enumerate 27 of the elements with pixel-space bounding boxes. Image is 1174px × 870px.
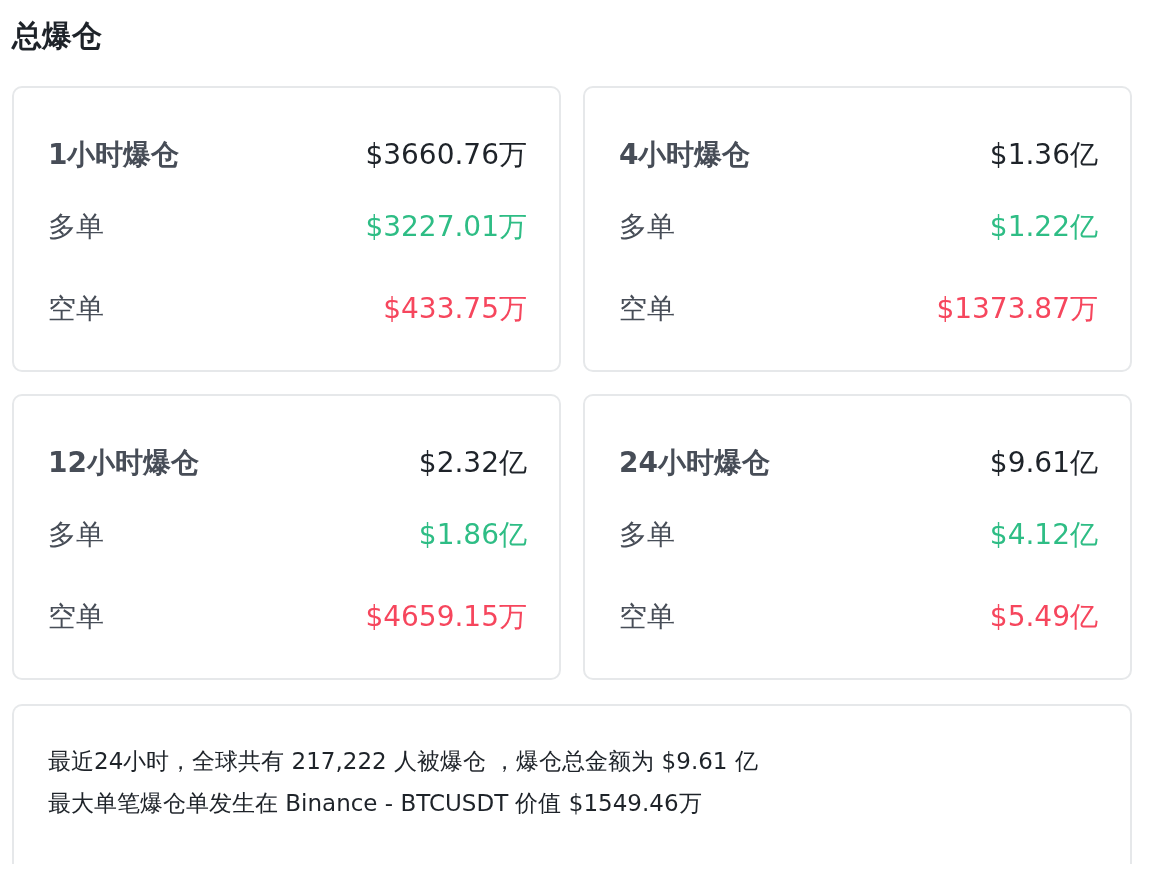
row-value: $4.12亿 <box>989 517 1098 553</box>
row-label: 多单 <box>48 517 104 553</box>
row-value: $433.75万 <box>383 291 527 327</box>
row-value: $2.32亿 <box>418 445 527 481</box>
row-label: 空单 <box>48 599 104 635</box>
row-label: 1小时爆仓 <box>48 137 180 173</box>
row-value: $4659.15万 <box>365 599 527 635</box>
row-label: 多单 <box>619 209 675 245</box>
row-label: 空单 <box>619 599 675 635</box>
row-value: $1.36亿 <box>989 137 1098 173</box>
row-label: 多单 <box>48 209 104 245</box>
row-value: $9.61亿 <box>989 445 1098 481</box>
page-title: 总爆仓 <box>12 18 103 54</box>
row-value: $1373.87万 <box>936 291 1098 327</box>
summary-text: 最近24小时，全球共有 217,222 人被爆仓 ，爆仓总金额为 $9.61 亿 <box>48 747 759 776</box>
row-value: $3660.76万 <box>365 137 527 173</box>
row-value: $3227.01万 <box>365 209 527 245</box>
row-value: $1.22亿 <box>989 209 1098 245</box>
row-value: $1.86亿 <box>418 517 527 553</box>
row-value: $5.49亿 <box>989 599 1098 635</box>
row-label: 12小时爆仓 <box>48 445 199 481</box>
row-label: 空单 <box>48 291 104 327</box>
row-label: 空单 <box>619 291 675 327</box>
row-label: 24小时爆仓 <box>619 445 770 481</box>
row-label: 多单 <box>619 517 675 553</box>
summary-text: 最大单笔爆仓单发生在 Binance - BTCUSDT 价值 $1549.46万 <box>48 789 703 818</box>
row-label: 4小时爆仓 <box>619 137 751 173</box>
